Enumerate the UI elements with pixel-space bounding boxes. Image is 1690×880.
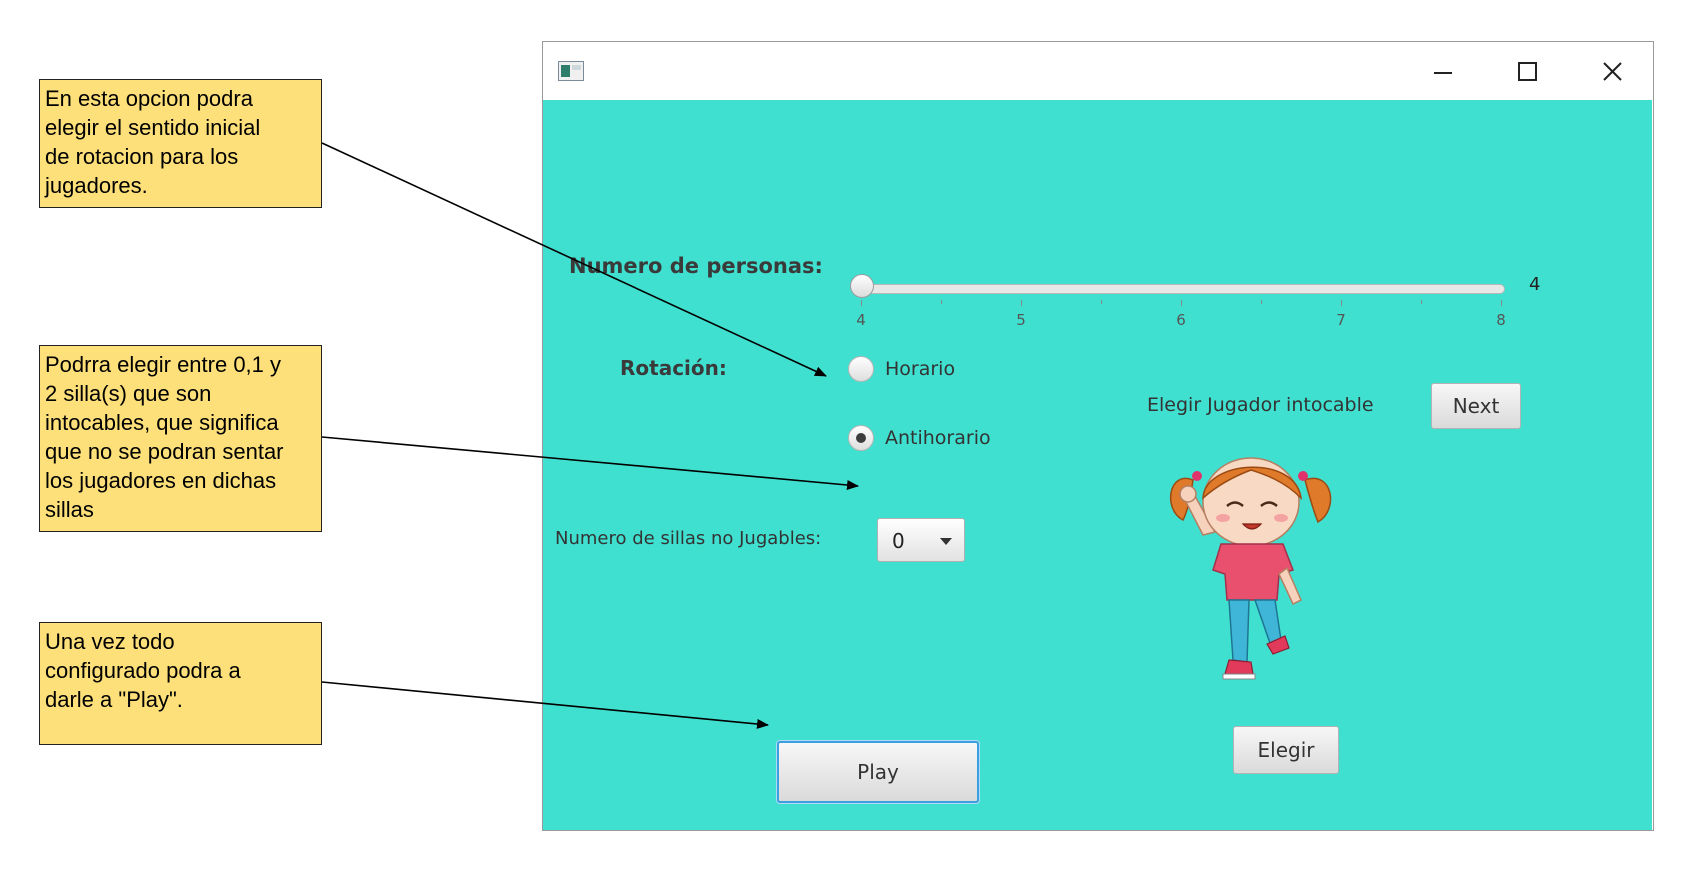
title-bar [543, 42, 1653, 100]
slider-tick [1181, 300, 1182, 306]
play-button[interactable]: Play [777, 741, 979, 803]
player-panel-title: Elegir Jugador intocable [1147, 394, 1374, 416]
girl-character-icon [1169, 457, 1332, 680]
chairs-label: Numero de sillas no Jugables: [555, 528, 822, 549]
slider-thumb[interactable] [850, 274, 874, 298]
slider-tick [1421, 300, 1422, 304]
app-icon [558, 61, 584, 81]
app-window: Numero de personas: 4 5 6 7 8 4 Rotación… [542, 41, 1654, 831]
people-slider[interactable]: 4 5 6 7 8 [850, 273, 1511, 343]
radio-horario[interactable] [848, 356, 874, 382]
slider-tick [941, 300, 942, 304]
maximize-icon[interactable] [1508, 56, 1548, 88]
annotation-note-chairs: Podrra elegir entre 0,1 y 2 silla(s) que… [39, 345, 322, 532]
slider-tick-label: 8 [1496, 311, 1506, 329]
slider-value: 4 [1529, 274, 1541, 295]
people-label: Numero de personas: [569, 254, 823, 278]
slider-tick [1341, 300, 1342, 306]
rotation-label: Rotación: [620, 356, 727, 380]
slider-tick [1501, 300, 1502, 306]
slider-tick [1101, 300, 1102, 304]
slider-tick [861, 300, 862, 306]
slider-tick-label: 4 [856, 311, 866, 329]
slider-track[interactable] [861, 284, 1505, 294]
chairs-select[interactable]: 0 [877, 518, 965, 562]
radio-horario-label[interactable]: Horario [885, 358, 955, 380]
chevron-down-icon[interactable] [940, 538, 952, 545]
content-area: Numero de personas: 4 5 6 7 8 4 Rotación… [543, 100, 1652, 830]
radio-antihorario[interactable] [848, 425, 874, 451]
slider-tick [1021, 300, 1022, 306]
minimize-icon[interactable] [1423, 56, 1463, 88]
chairs-select-value: 0 [892, 529, 905, 553]
next-button[interactable]: Next [1431, 383, 1521, 429]
slider-tick [1261, 300, 1262, 304]
radio-antihorario-label[interactable]: Antihorario [885, 427, 991, 449]
choose-player-button[interactable]: Elegir [1233, 726, 1339, 774]
slider-tick-label: 7 [1336, 311, 1346, 329]
slider-tick-label: 6 [1176, 311, 1186, 329]
annotation-note-rotation: En esta opcion podra elegir el sentido i… [39, 79, 322, 208]
close-icon[interactable] [1593, 56, 1633, 88]
slider-tick-label: 5 [1016, 311, 1026, 329]
annotation-note-play: Una vez todo configurado podra a darle a… [39, 622, 322, 745]
